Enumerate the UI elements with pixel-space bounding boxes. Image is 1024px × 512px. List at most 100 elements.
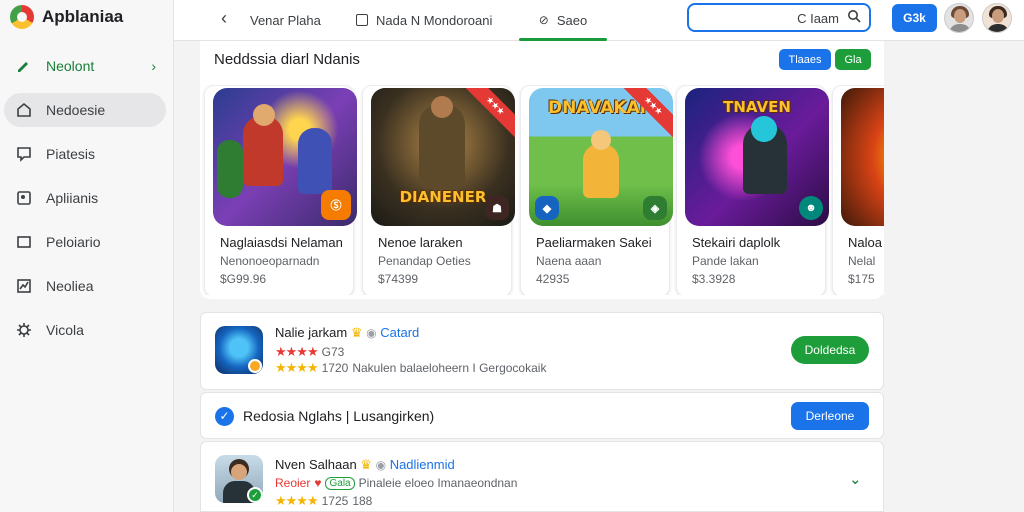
back-arrow-icon[interactable]: ‹	[210, 6, 238, 30]
row-title: Nven Salhaan ♛ ◉ Nadlienmid	[275, 457, 455, 473]
sidebar-item-label: Nedoesie	[46, 102, 106, 118]
chevron-down-icon[interactable]: ⌄	[849, 470, 862, 488]
tag-icon: ⊘	[538, 13, 549, 27]
new-ribbon: ★★★	[461, 88, 515, 140]
badge-text: Reoier	[275, 476, 311, 490]
app-card-carousel: Ⓢ Naglaiasdsi Nelaman Nenonoeoparnadn $G…	[200, 85, 884, 295]
row-title: Nalie jarkam ♛ ◉ Catard	[275, 325, 419, 341]
tv-icon	[14, 232, 34, 252]
character-figure	[243, 116, 283, 186]
verified-icon: ◉	[375, 458, 387, 472]
character-head	[431, 96, 453, 118]
section-title: Neddssia diarl Ndanis	[214, 51, 360, 68]
app-name: Nven Salhaan	[275, 457, 357, 472]
list-item[interactable]: Nalie jarkam ♛ ◉ Catard ★★★★ G73 ★★★★ 17…	[200, 312, 884, 390]
tab-nada-mondoroani[interactable]: Nada N Mondoroani	[356, 0, 492, 40]
sidebar-item-label: Piatesis	[46, 146, 96, 162]
avatar[interactable]	[944, 3, 974, 33]
filter-pill-blue[interactable]: Tlaaes	[779, 49, 831, 70]
sidebar-item-neoliea[interactable]: Neoliea	[4, 269, 166, 303]
character-head	[253, 104, 275, 126]
character-figure	[217, 140, 243, 198]
brand[interactable]: Apblaniaa	[10, 4, 123, 30]
sidebar-item-neolont[interactable]: Neolont ›	[4, 49, 166, 83]
review-count: 188	[352, 494, 373, 508]
sidebar-item-piatesis[interactable]: Piatesis	[4, 137, 166, 171]
app-category[interactable]: Nadlienmid	[390, 457, 455, 472]
settings-icon	[14, 320, 34, 340]
game-art-image: DIANENER ★★★ ☗	[371, 88, 515, 226]
shield-icon: ◈	[643, 196, 667, 220]
app-size: 1720	[321, 361, 349, 375]
app-card-price: $175	[848, 272, 875, 286]
check-icon: ✓	[247, 487, 263, 503]
search-input[interactable]	[699, 9, 839, 27]
top-action-button[interactable]: G3k	[892, 4, 937, 32]
app-card-name: Naglaiasdsi Nelaman	[220, 235, 343, 250]
app-logo	[10, 5, 34, 29]
search-box[interactable]	[687, 3, 871, 32]
game-badge-icon: ◆	[535, 196, 559, 220]
app-card-name: Stekairi daplolk	[692, 235, 781, 250]
avatar[interactable]	[982, 3, 1012, 33]
sidebar-item-apliianis[interactable]: Apliianis	[4, 181, 166, 215]
app-card[interactable]: DIANENER ★★★ ☗ Nenoe laraken Penandap Oe…	[362, 85, 515, 295]
app-card-developer: Naena aaan	[536, 254, 602, 268]
app-card-price: $74399	[378, 272, 419, 286]
game-art-image: TNAVEN ☻	[685, 88, 829, 226]
app-card-name: Paeliarmaken Sakei	[536, 235, 652, 250]
filter-pill-green[interactable]: Gla	[835, 49, 871, 70]
sidebar-item-label: Apliianis	[46, 190, 99, 206]
app-icon	[215, 326, 263, 374]
app-meta: Nakulen balaeloheern I Gergocokaik	[352, 361, 547, 375]
sidebar-item-label: Neoliea	[46, 278, 94, 294]
tab-label: Venar Plaha	[250, 12, 321, 28]
verified-icon: ◉	[366, 326, 377, 340]
character-figure	[298, 128, 332, 194]
window-icon	[356, 14, 368, 26]
check-circle-icon[interactable]: ✓	[215, 407, 234, 426]
sidebar-item-peloiario[interactable]: Peloiario	[4, 225, 166, 259]
app-category[interactable]: Catard	[380, 325, 419, 340]
heart-icon: ♥	[314, 476, 322, 490]
crown-icon: ♛	[350, 325, 363, 340]
sidebar-item-nedoesie[interactable]: Nedoesie	[4, 93, 166, 127]
tab-saeo[interactable]: ⊘ Saeo	[519, 0, 607, 41]
tab-label: Nada N Mondoroani	[376, 12, 493, 28]
sidebar-item-vicola[interactable]: Vicola	[4, 313, 166, 347]
app-card-name: Nenoe laraken	[378, 235, 463, 250]
app-card-name: Naloa	[848, 235, 882, 250]
avatar-face	[231, 464, 247, 480]
rating-stars: ★★★★	[275, 360, 319, 375]
app-card-developer: Nenonoeoparnadn	[220, 254, 320, 268]
app-card[interactable]: Ⓢ Naglaiasdsi Nelaman Nenonoeoparnadn $G…	[204, 85, 357, 295]
app-card[interactable]: DNAVAKAN ★★★ ◆ ◈ Paeliarmaken Sakei Naen…	[520, 85, 673, 295]
app-title: Apblaniaa	[42, 7, 124, 26]
character-figure	[583, 144, 619, 198]
game-badge-icon: Ⓢ	[321, 190, 351, 220]
search-icon[interactable]	[847, 9, 861, 26]
app-icon: ✓	[215, 455, 263, 503]
rating-line: ★★★★ G73	[275, 344, 344, 360]
meta-line: ★★★★ 1720 Nakulen balaeloheern I Gergoco…	[275, 360, 546, 376]
game-badge-icon: ☻	[799, 196, 823, 220]
sidebar: Apblaniaa Neolont › Nedoesie Piatesis Ap…	[0, 0, 174, 512]
featured-section: Neddssia diarl Ndanis Tlaaes Gla Ⓢ Nagla…	[200, 41, 884, 299]
game-art-image: DNAVAKAN ★★★ ◆ ◈	[529, 88, 673, 226]
avatar-face	[992, 9, 1004, 23]
app-card[interactable]: TNAVEN ☻ Stekairi daplolk Pande lakan $3…	[676, 85, 829, 295]
app-card[interactable]: Naloa Nelal $175	[832, 85, 884, 295]
action-button[interactable]: Derleone	[791, 402, 869, 430]
tab-venar-plaha[interactable]: Venar Plaha	[250, 0, 321, 40]
top-bar: ‹ Venar Plaha Nada N Mondoroani ⊘ Saeo G…	[174, 0, 1024, 41]
list-item[interactable]: ✓ Nven Salhaan ♛ ◉ Nadlienmid Reoier ♥ G…	[200, 441, 884, 512]
rating-line: ★★★★ 1725 188	[275, 493, 372, 509]
list-item[interactable]: ✓ Redosia Nglahs | Lusangirken) Derleone	[200, 392, 884, 439]
row-title: Redosia Nglahs | Lusangirken)	[243, 408, 435, 424]
message-icon	[14, 144, 34, 164]
meta-line: Reoier ♥ Gala Pinaleie eloeo Imanaeondna…	[275, 476, 517, 490]
app-meta: Pinaleie eloeo Imanaeondnan	[358, 476, 518, 490]
install-button[interactable]: Doldedsa	[791, 336, 869, 364]
badge-icon	[248, 359, 262, 373]
app-size: 1725	[321, 494, 349, 508]
